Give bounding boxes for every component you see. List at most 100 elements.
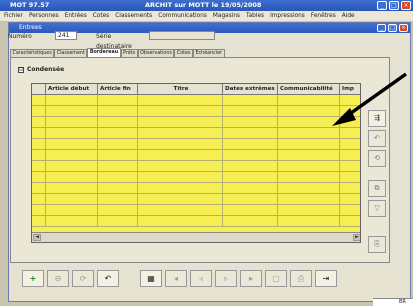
exit-button[interactable]: ⇥ [315, 270, 337, 287]
col-communicabilite[interactable]: Communicabilité [278, 84, 340, 94]
table-cell[interactable] [223, 205, 278, 215]
table-cell[interactable] [340, 95, 360, 105]
table-cell[interactable] [340, 161, 360, 171]
table-cell[interactable] [138, 205, 223, 215]
checkbox-icon[interactable]: ☑ [18, 66, 24, 73]
table-row[interactable] [32, 205, 360, 216]
refresh-row-button[interactable]: ⟲ [368, 150, 386, 167]
table-cell[interactable] [98, 150, 138, 160]
table-cell[interactable] [223, 95, 278, 105]
table-cell[interactable] [278, 205, 340, 215]
table-cell[interactable] [340, 216, 360, 226]
delete-button[interactable]: ⊖ [47, 270, 69, 287]
menu-tables[interactable]: Tables [246, 11, 264, 21]
filter-row-button[interactable]: ▽ [368, 200, 386, 217]
table-cell[interactable] [46, 216, 98, 226]
table-row[interactable] [32, 183, 360, 194]
print-button[interactable]: ▦ [140, 270, 162, 287]
table-cell[interactable] [223, 150, 278, 160]
table-cell[interactable] [98, 183, 138, 193]
table-row[interactable] [32, 106, 360, 117]
insert-row-button[interactable]: ⇶ [368, 110, 386, 127]
table-row[interactable] [32, 172, 360, 183]
condensee-checkbox[interactable]: ☑ Condensée [18, 66, 64, 74]
table-cell[interactable] [278, 183, 340, 193]
table-cell[interactable] [98, 216, 138, 226]
table-cell[interactable] [32, 205, 46, 215]
table-cell[interactable] [340, 172, 360, 182]
table-row[interactable] [32, 95, 360, 106]
table-cell[interactable] [46, 150, 98, 160]
table-cell[interactable] [32, 117, 46, 127]
table-cell[interactable] [46, 172, 98, 182]
table-cell[interactable] [278, 216, 340, 226]
table-cell[interactable] [98, 161, 138, 171]
table-cell[interactable] [138, 161, 223, 171]
table-row[interactable] [32, 117, 360, 128]
table-cell[interactable] [32, 95, 46, 105]
table-cell[interactable] [32, 183, 46, 193]
menu-personnes[interactable]: Personnes [29, 11, 59, 21]
table-cell[interactable] [340, 194, 360, 204]
close-button[interactable]: × [401, 1, 411, 10]
col-imp[interactable]: Imp [340, 84, 360, 94]
table-cell[interactable] [98, 139, 138, 149]
table-cell[interactable] [46, 183, 98, 193]
table-cell[interactable] [46, 95, 98, 105]
next-record-button[interactable]: ▹ [215, 270, 237, 287]
menu-aide[interactable]: Aide [342, 11, 355, 21]
table-row[interactable] [32, 128, 360, 139]
table-cell[interactable] [138, 95, 223, 105]
table-cell[interactable] [98, 117, 138, 127]
menu-cotes[interactable]: Cotes [93, 11, 109, 21]
add-button[interactable]: + [22, 270, 44, 287]
table-cell[interactable] [278, 161, 340, 171]
table-cell[interactable] [223, 216, 278, 226]
table-cell[interactable] [223, 161, 278, 171]
inner-close-button[interactable]: × [399, 24, 408, 32]
reload-button[interactable]: ⟳ [72, 270, 94, 287]
menu-entrees[interactable]: Entrées [65, 11, 87, 21]
inner-maximize-button[interactable]: □ [388, 24, 397, 32]
table-cell[interactable] [278, 117, 340, 127]
table-cell[interactable] [340, 128, 360, 138]
table-cell[interactable] [98, 205, 138, 215]
scroll-left-icon[interactable]: ◄ [33, 234, 41, 241]
table-row[interactable] [32, 161, 360, 172]
table-row[interactable] [32, 139, 360, 150]
undo-row-button[interactable]: ↶ [368, 130, 386, 147]
table-row[interactable] [32, 216, 360, 227]
table-cell[interactable] [278, 95, 340, 105]
table-cell[interactable] [98, 106, 138, 116]
table-cell[interactable] [278, 106, 340, 116]
table-cell[interactable] [138, 150, 223, 160]
table-cell[interactable] [138, 106, 223, 116]
table-cell[interactable] [46, 205, 98, 215]
col-dates-extremes[interactable]: Dates extrêmes [223, 84, 278, 94]
table-cell[interactable] [340, 183, 360, 193]
table-cell[interactable] [278, 128, 340, 138]
table-cell[interactable] [223, 117, 278, 127]
table-cell[interactable] [278, 172, 340, 182]
grid-body[interactable] [32, 95, 360, 233]
table-cell[interactable] [278, 194, 340, 204]
grid-horizontal-scrollbar[interactable]: ◄ ► [32, 232, 360, 242]
prev-record-button[interactable]: ◃ [190, 270, 212, 287]
table-cell[interactable] [46, 117, 98, 127]
table-cell[interactable] [98, 95, 138, 105]
inner-minimize-button[interactable]: _ [377, 24, 386, 32]
table-cell[interactable] [32, 128, 46, 138]
menu-communications[interactable]: Communications [158, 11, 207, 21]
table-cell[interactable] [138, 128, 223, 138]
table-cell[interactable] [32, 172, 46, 182]
duplicate-row-button[interactable]: ⧉ [368, 180, 386, 197]
table-cell[interactable] [98, 194, 138, 204]
table-row[interactable] [32, 194, 360, 205]
col-article-debut[interactable]: Article début [46, 84, 98, 94]
table-cell[interactable] [32, 106, 46, 116]
table-cell[interactable] [46, 106, 98, 116]
table-cell[interactable] [32, 161, 46, 171]
table-cell[interactable] [138, 117, 223, 127]
table-cell[interactable] [46, 128, 98, 138]
table-cell[interactable] [340, 106, 360, 116]
